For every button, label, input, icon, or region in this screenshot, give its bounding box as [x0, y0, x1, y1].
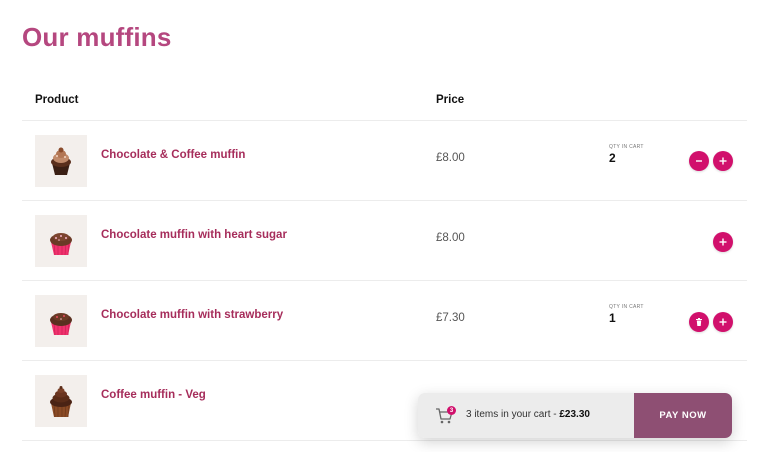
- increase-qty-button[interactable]: [713, 232, 733, 252]
- increase-qty-button[interactable]: [713, 312, 733, 332]
- product-image[interactable]: [35, 295, 87, 347]
- qty-label: QTY IN CART: [609, 144, 644, 150]
- product-row: Chocolate & Coffee muffin £8.00 QTY IN C…: [22, 121, 747, 201]
- plus-icon: [719, 157, 727, 165]
- table-header: Product Price: [22, 86, 747, 121]
- product-image[interactable]: [35, 135, 87, 187]
- product-price: £8.00: [436, 232, 465, 244]
- plus-icon: [719, 238, 727, 246]
- qty-value: 1: [609, 311, 616, 325]
- product-price: £8.00: [436, 152, 465, 164]
- cart-summary-text: 3 items in your cart - £23.30: [466, 409, 590, 420]
- pay-now-button[interactable]: PAY NOW: [634, 393, 732, 438]
- cart-summary[interactable]: 3 3 items in your cart - £23.30: [418, 393, 634, 438]
- trash-icon: [696, 318, 702, 326]
- product-image[interactable]: [35, 375, 87, 427]
- qty-value: 2: [609, 151, 616, 165]
- qty-in-cart: QTY IN CART 1: [609, 304, 644, 325]
- decrease-qty-button[interactable]: [689, 151, 709, 171]
- column-header-product: Product: [35, 94, 79, 106]
- product-name[interactable]: Chocolate muffin with strawberry: [101, 309, 283, 321]
- qty-in-cart: QTY IN CART 2: [609, 144, 644, 165]
- cart-items-text: 3 items in your cart -: [466, 409, 560, 420]
- cart-bar: 3 3 items in your cart - £23.30 PAY NOW: [418, 393, 732, 438]
- product-row: Chocolate muffin with heart sugar £8.00: [22, 201, 747, 281]
- minus-icon: [696, 160, 702, 162]
- product-name[interactable]: Coffee muffin - Veg: [101, 389, 206, 401]
- product-image[interactable]: [35, 215, 87, 267]
- product-name[interactable]: Chocolate & Coffee muffin: [101, 149, 245, 161]
- column-header-price: Price: [436, 94, 465, 106]
- qty-label: QTY IN CART: [609, 304, 644, 310]
- cart-total: £23.30: [559, 409, 590, 420]
- page-title: Our muffins: [22, 22, 172, 52]
- product-name[interactable]: Chocolate muffin with heart sugar: [101, 229, 287, 241]
- remove-item-button[interactable]: [689, 312, 709, 332]
- product-row: Chocolate muffin with strawberry £7.30 Q…: [22, 281, 747, 361]
- plus-icon: [719, 318, 727, 326]
- product-price: £7.30: [436, 312, 465, 324]
- cart-count-badge: 3: [447, 406, 456, 415]
- increase-qty-button[interactable]: [713, 151, 733, 171]
